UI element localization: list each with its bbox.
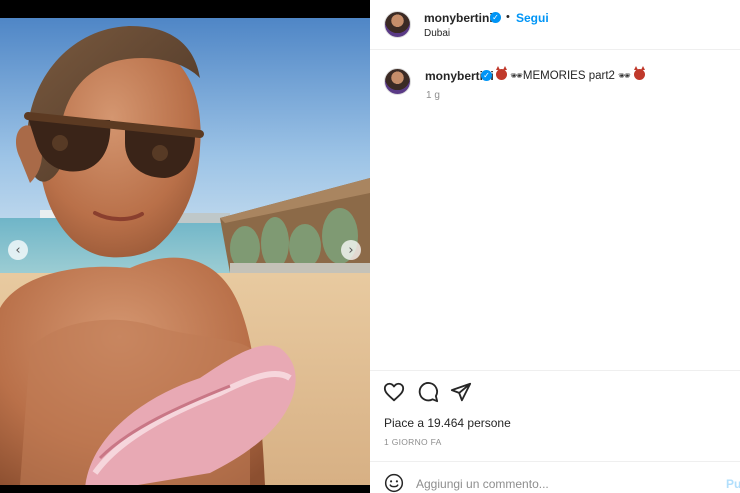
chevron-right-icon: ›	[348, 242, 354, 258]
emoji-picker-button[interactable]	[384, 473, 404, 493]
post-caption: 🕶MEMORIES part2 🕶	[496, 66, 646, 82]
post-media: ‹ ›	[0, 0, 370, 493]
post-photo[interactable]	[0, 18, 370, 485]
author-username[interactable]: monybertini	[424, 11, 493, 25]
likes-count[interactable]: Piace a 19.464 persone	[384, 416, 511, 430]
verified-badge-icon: ✓	[481, 70, 492, 81]
carousel-prev-button[interactable]: ‹	[8, 240, 28, 260]
comment-divider	[370, 461, 740, 462]
post-date[interactable]: 1 GIORNO FA	[384, 437, 442, 447]
media-top-bar	[0, 0, 370, 18]
heart-icon	[383, 382, 405, 402]
post-header: monybertini ✓ • Segui Dubai	[370, 0, 740, 50]
devil-emoji-icon	[634, 66, 646, 80]
carousel-next-button[interactable]: ›	[341, 240, 361, 260]
devil-emoji-icon	[496, 66, 507, 80]
chevron-left-icon: ‹	[15, 242, 21, 258]
publish-button[interactable]: Pu	[726, 477, 740, 491]
post-side-panel: monybertini ✓ • Segui Dubai monybertini …	[370, 0, 740, 493]
paper-plane-icon	[450, 382, 472, 402]
share-button[interactable]	[450, 381, 472, 403]
post-location[interactable]: Dubai	[424, 28, 450, 39]
speech-bubble-icon	[418, 382, 439, 403]
verified-badge-icon: ✓	[490, 12, 501, 23]
comment-input[interactable]	[416, 476, 716, 492]
caption-text: MEMORIES part2	[522, 70, 615, 82]
follow-button[interactable]: Segui	[516, 11, 549, 25]
sunglasses-emoji-icon: 🕶	[618, 71, 631, 82]
sunglasses-emoji-icon: 🕶	[510, 71, 523, 82]
caption-author-avatar[interactable]	[384, 68, 411, 95]
photo-illustration	[0, 18, 370, 485]
actions-divider	[370, 370, 740, 371]
smiley-icon	[384, 473, 404, 493]
separator-dot: •	[506, 11, 510, 23]
author-avatar[interactable]	[384, 11, 411, 38]
comment-button[interactable]	[417, 381, 439, 403]
like-button[interactable]	[383, 381, 405, 403]
caption-timestamp[interactable]: 1 g	[426, 90, 440, 101]
media-bottom-bar	[0, 485, 370, 493]
